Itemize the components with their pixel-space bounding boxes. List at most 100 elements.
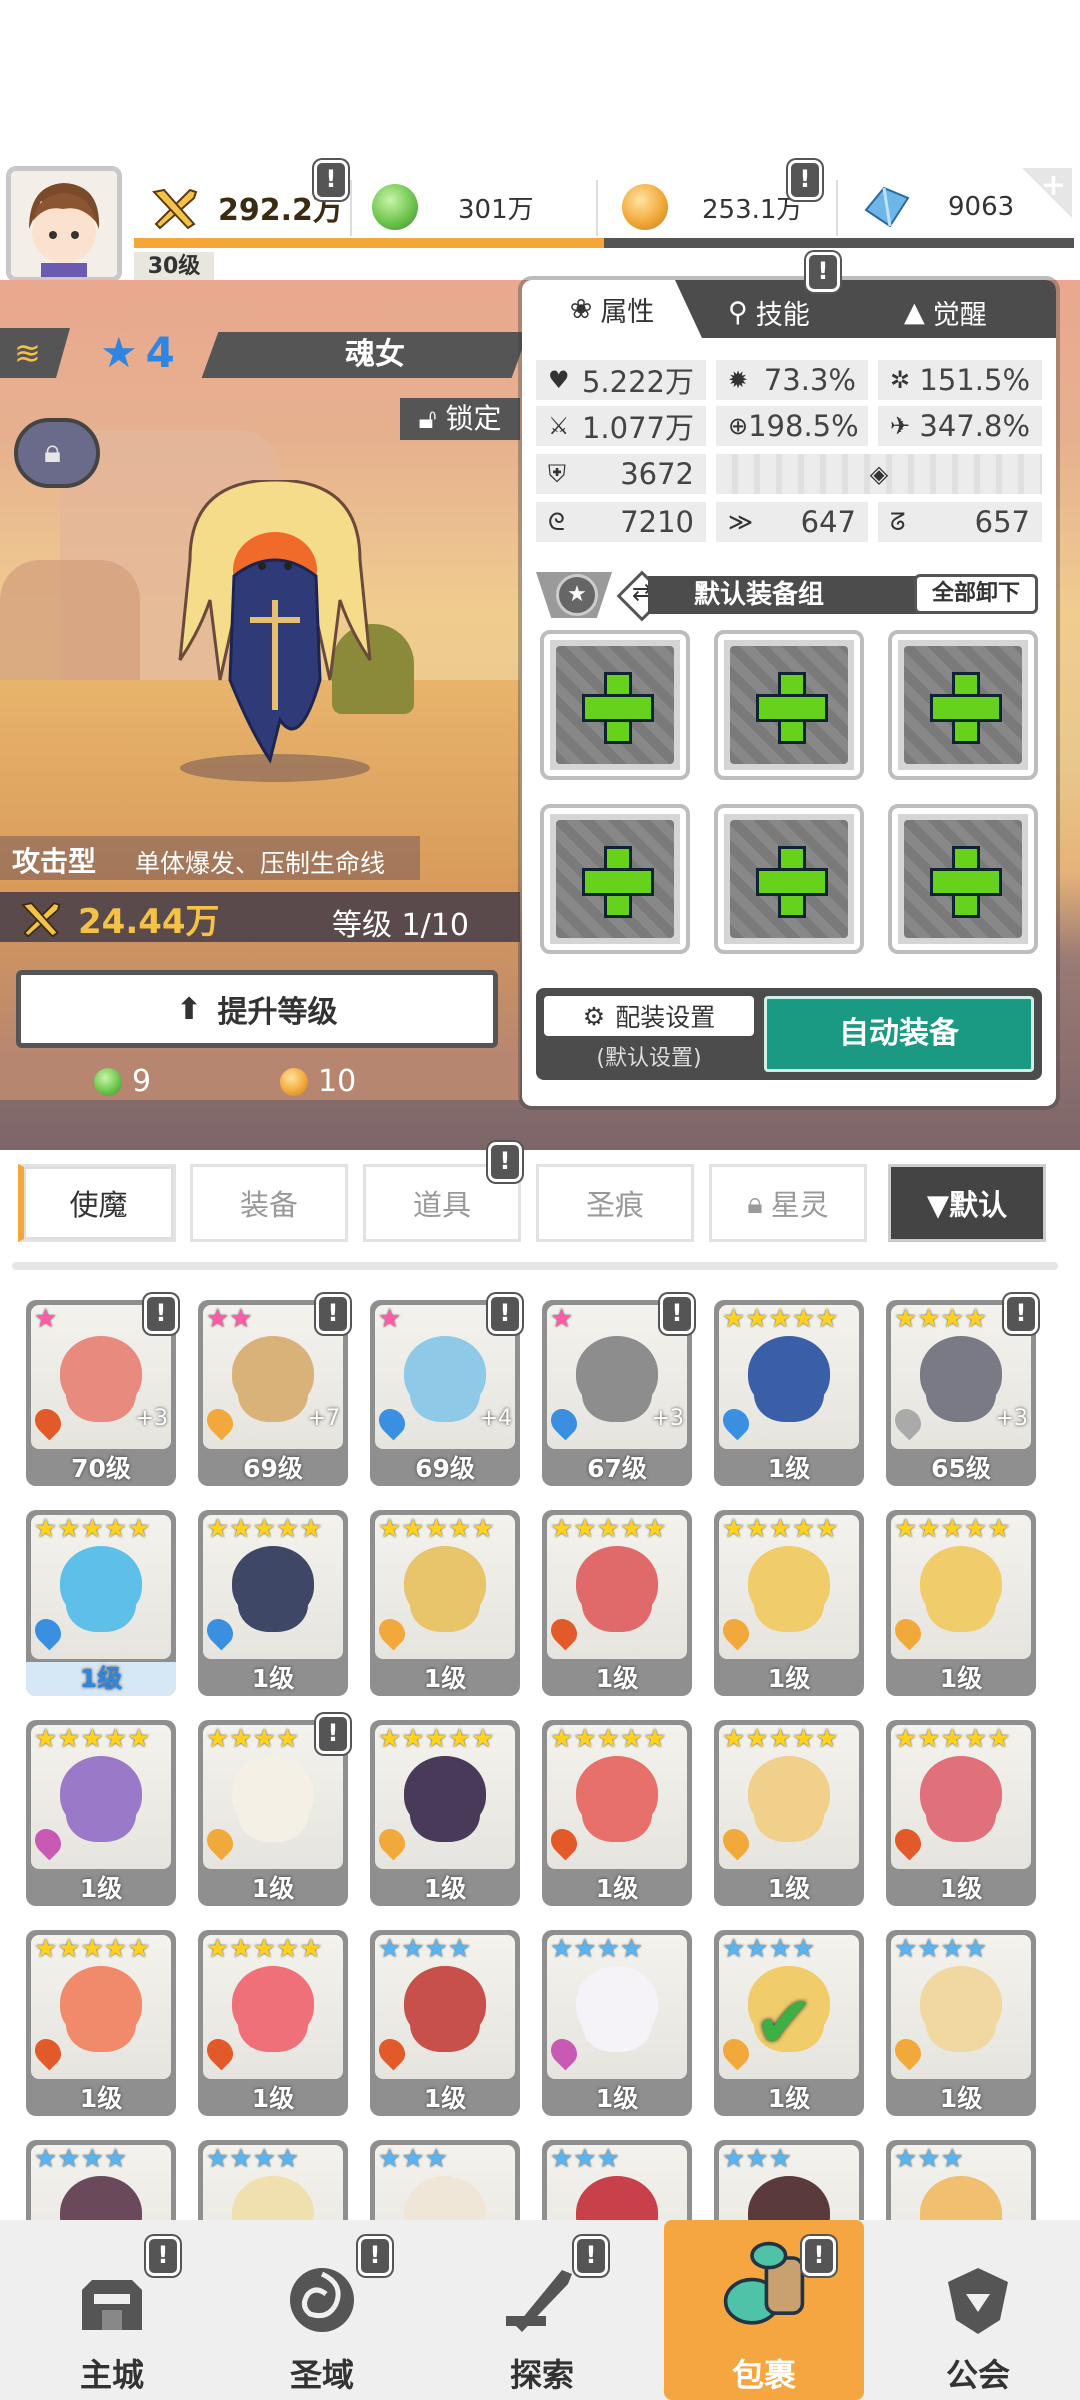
- nav-alert-badge: !: [358, 2236, 392, 2276]
- familiar-card[interactable]: ★★★★ ✔ 1级: [714, 1930, 864, 2116]
- familiar-card[interactable]: ★★★★★ 1级: [370, 1510, 520, 1696]
- player-avatar[interactable]: [6, 166, 122, 282]
- familiar-card[interactable]: ★★★★ 1级: [542, 1930, 692, 2116]
- nav-guild[interactable]: 公会: [878, 2220, 1078, 2400]
- upgrade-plus: +3: [995, 1406, 1028, 1431]
- bottom-navigation: 主城 ! 圣域 ! 探索 ! 包裹 ! 公会: [0, 2220, 1080, 2400]
- lock-button[interactable]: 🔓︎ 锁定: [400, 398, 520, 440]
- equip-slot-helmet[interactable]: [714, 630, 864, 780]
- tab-equipment[interactable]: 装备: [190, 1164, 348, 1242]
- locked-skin-button[interactable]: 🔒︎: [14, 418, 100, 488]
- equip-slot-armor[interactable]: [888, 630, 1038, 780]
- familiar-figure: [238, 1360, 308, 1422]
- familiar-card[interactable]: ★★★★★ 1级: [198, 1510, 348, 1696]
- familiar-figure: [238, 1780, 308, 1842]
- stat-power: ᘓ 7210: [536, 502, 706, 542]
- crossed-swords-icon: [21, 902, 61, 938]
- nav-label: 探索: [509, 2356, 574, 2394]
- star-rating: ★★★: [550, 2144, 620, 2174]
- familiar-level: 69级: [243, 1454, 303, 1483]
- familiar-card[interactable]: ★★★★★ 1级: [886, 1720, 1036, 1906]
- familiar-card[interactable]: ★★★★★ 1级: [26, 1720, 176, 1906]
- familiar-level: 1级: [939, 1664, 983, 1693]
- add-icon: [756, 672, 828, 744]
- familiar-card[interactable]: ★★★★★ 1级: [198, 1930, 348, 2116]
- familiar-card[interactable]: ★★★★★ 1级: [542, 1720, 692, 1906]
- familiar-figure: [582, 1990, 652, 2052]
- tab-label: 星灵: [770, 1188, 829, 1222]
- familiar-level: 1级: [939, 2084, 983, 2113]
- nav-main-city[interactable]: 主城 !: [12, 2220, 212, 2400]
- familiar-figure: [754, 1360, 824, 1422]
- magnifier-icon: ⚲: [728, 296, 748, 328]
- hero-detail-panel: ❀ 属性 ⚲ 技能 ▲ 觉醒 ! ♥ 5.222万 ✹ 73.3% ✲ 151.5% …: [522, 252, 1056, 1106]
- bag-icon: [723, 2241, 805, 2325]
- loadout-settings-button[interactable]: ⚙ 配装设置: [544, 996, 754, 1036]
- familiar-figure: [238, 1570, 308, 1632]
- familiar-card[interactable]: ★★★★★ 1级: [26, 1510, 176, 1696]
- familiar-card[interactable]: ★★★★★ 1级: [542, 1510, 692, 1696]
- nav-sanctuary[interactable]: 圣域 !: [222, 2220, 422, 2400]
- familiar-level: 67级: [587, 1454, 647, 1483]
- top-resource-bar: 30级 292.2万 ! 301万 253.1万 ! 9063 +: [0, 160, 1080, 282]
- familiar-card[interactable]: ★★★★★ 1级: [370, 1720, 520, 1906]
- equip-slot-weapon[interactable]: [540, 630, 690, 780]
- add-icon: [930, 672, 1002, 744]
- blue-star-icon: ★: [100, 328, 138, 377]
- familiar-figure: [66, 1780, 136, 1842]
- tornado-icon: ≋: [14, 334, 41, 372]
- gold-alert-badge: !: [788, 160, 822, 200]
- familiar-figure: [754, 1780, 824, 1842]
- star-rating: ★★★★★: [378, 1514, 495, 1544]
- star-rating: ★★★★★: [722, 1304, 839, 1334]
- hero-power-value: 24.44万: [78, 902, 220, 942]
- familiar-level: 1级: [595, 2084, 639, 2113]
- tab-skills[interactable]: ⚲ 技能: [728, 290, 810, 334]
- nav-explore[interactable]: 探索 !: [442, 2220, 642, 2400]
- equip-slot-belt[interactable]: [540, 804, 690, 954]
- tab-star-spirits[interactable]: 🔒︎ 星灵: [709, 1164, 867, 1242]
- nav-label: 圣域: [289, 2356, 354, 2394]
- familiar-level: 1级: [26, 1662, 176, 1696]
- hero-type: 攻击型: [12, 845, 97, 878]
- burst-icon: ✹: [728, 366, 749, 394]
- tab-familiars[interactable]: 使魔: [18, 1164, 176, 1242]
- hero-name: 魂女: [345, 337, 405, 372]
- familiar-figure: [754, 1570, 824, 1632]
- familiar-level: 1级: [767, 1664, 811, 1693]
- familiar-alert-badge: !: [144, 1294, 178, 1334]
- lock-icon: 🔒︎: [747, 1185, 763, 1220]
- nav-inventory[interactable]: 包裹 !: [664, 2220, 864, 2400]
- vortex-icon: [290, 2268, 354, 2332]
- tab-awaken[interactable]: ▲ 觉醒: [904, 290, 987, 334]
- guild-icon: [948, 2268, 1008, 2334]
- familiar-level: 70级: [71, 1454, 131, 1483]
- tab-stigmata[interactable]: 圣痕: [536, 1164, 694, 1242]
- nav-alert-badge: !: [802, 2236, 836, 2276]
- familiar-card[interactable]: ★★★★★ 1级: [714, 1300, 864, 1486]
- plus-icon: +: [1040, 168, 1066, 203]
- swirl-icon: ᘔ: [890, 508, 906, 536]
- auto-equip-button[interactable]: 自动装备: [764, 996, 1034, 1072]
- familiar-card[interactable]: ★★★★ 1级: [370, 1930, 520, 2116]
- familiar-card[interactable]: ★★★★★ 1级: [714, 1720, 864, 1906]
- familiar-card[interactable]: ★★★★★ 1级: [714, 1510, 864, 1696]
- familiar-alert-badge: !: [316, 1714, 350, 1754]
- familiar-card[interactable]: ★★★★★ 1级: [886, 1510, 1036, 1696]
- upgrade-level-button[interactable]: ⬆ 提升等级: [16, 970, 498, 1048]
- equip-slot-boots[interactable]: [888, 804, 1038, 954]
- add-gem-button[interactable]: +: [1022, 168, 1072, 218]
- sort-dropdown[interactable]: ▼默认: [888, 1164, 1046, 1242]
- blue-gem-icon: [864, 186, 910, 228]
- nav-alert-badge: !: [574, 2236, 608, 2276]
- unequip-all-button[interactable]: 全部卸下: [914, 574, 1038, 614]
- star-rating: ★★★: [894, 2144, 964, 2174]
- stat-accuracy: ⊕ 198.5%: [716, 406, 868, 446]
- familiar-level: 69级: [415, 1454, 475, 1483]
- familiar-card[interactable]: ★★★★ 1级: [886, 1930, 1036, 2116]
- equip-slot-necklace[interactable]: [714, 804, 864, 954]
- tab-attributes[interactable]: ❀ 属性: [522, 280, 702, 338]
- familiar-card[interactable]: ★★★★★ 1级: [26, 1930, 176, 2116]
- equipment-footer: ⚙ 配装设置 (默认设置) 自动装备: [536, 988, 1042, 1080]
- familiar-figure: [410, 1570, 480, 1632]
